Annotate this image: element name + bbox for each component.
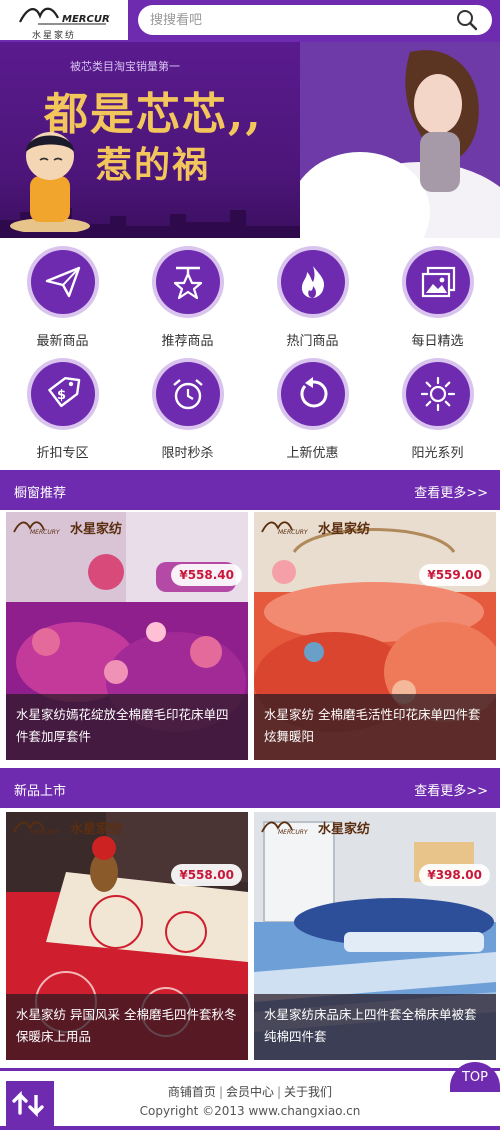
banner-headline-2: 惹的祸 xyxy=(96,144,211,186)
brand-name: 水星家纺 xyxy=(70,822,123,837)
mercury-logo-icon: MERCURY xyxy=(261,821,309,836)
footer-link-home[interactable]: 商铺首页 xyxy=(168,1085,216,1099)
refresh-arrow-icon xyxy=(300,377,328,408)
product-name: 水星家纺床品床上四件套全棉床单被套纯棉四件套 xyxy=(264,1007,477,1044)
product-caption: 水星家纺 异国风采 全棉磨毛四件套秋冬保暖床上用品 xyxy=(6,994,248,1060)
category-label: 热门商品 xyxy=(286,334,339,349)
mercury-logo-icon: MERCURY xyxy=(13,821,61,836)
section-header-showcase: 橱窗推荐 查看更多>> xyxy=(0,470,500,510)
product-name: 水星家纺 异国风采 全棉磨毛四件套秋冬保暖床上用品 xyxy=(16,1007,237,1044)
price-badge: ¥398.00 xyxy=(419,864,490,886)
cartoon-boy-illustration xyxy=(10,132,90,232)
swap-arrows-icon xyxy=(12,1090,44,1118)
brand-badge: MERCURY 水星家纺 xyxy=(12,816,142,838)
svg-text:MERCURY: MERCURY xyxy=(278,529,309,536)
star-hanger-icon xyxy=(173,266,203,300)
footer-link-about[interactable]: 关于我们 xyxy=(284,1085,332,1099)
category-label: 折扣专区 xyxy=(36,446,89,461)
search-icon[interactable] xyxy=(456,9,478,31)
category-label: 上新优惠 xyxy=(286,446,339,461)
banner-topline: 被芯类目淘宝销量第一 xyxy=(70,60,180,73)
mercury-logo-icon: MERCURY xyxy=(13,521,61,536)
brand-name: 水星家纺 xyxy=(70,522,123,537)
section-title: 新品上市 xyxy=(14,784,67,799)
category-label: 限时秒杀 xyxy=(161,446,214,461)
product-caption: 水星家纺床品床上四件套全棉床单被套纯棉四件套 xyxy=(254,994,496,1060)
category-label: 每日精选 xyxy=(411,334,464,349)
share-button[interactable] xyxy=(6,1081,54,1127)
search-input[interactable] xyxy=(150,10,450,30)
footer-bottom-bar xyxy=(0,1126,500,1130)
product-name: 水星家纺 全棉磨毛活性印花床单四件套炫舞暖阳 xyxy=(264,707,481,744)
footer: 商铺首页 | 会员中心 | 关于我们 Copyright ©2013 www.chang… xyxy=(0,1068,500,1130)
back-to-top-button[interactable]: TOP xyxy=(450,1062,500,1092)
price-badge: ¥558.40 xyxy=(171,564,242,586)
mercury-logo-icon: MERCURY xyxy=(261,521,309,536)
page: MERCURY 水星家纺 被芯类目淘宝销量第一 都是芯芯,, 惹的祸 xyxy=(0,0,500,1130)
view-more-link[interactable]: 查看更多>> xyxy=(414,780,488,799)
product-card[interactable]: MERCURY 水星家纺 ¥398.00 水星家纺床品床上四件套全棉床单被套纯棉… xyxy=(254,812,496,1060)
search-box[interactable] xyxy=(138,5,492,35)
svg-text:MERCURY: MERCURY xyxy=(30,829,61,836)
product-card[interactable]: MERCURY 水星家纺 ¥558.00 水星家纺 异国风采 全棉磨毛四件套秋冬… xyxy=(6,812,248,1060)
view-more-link[interactable]: 查看更多>> xyxy=(414,482,488,501)
brand-badge: MERCURY 水星家纺 xyxy=(260,816,390,838)
price-badge: ¥559.00 xyxy=(419,564,490,586)
price-tag-icon: $ xyxy=(48,376,81,408)
category-flash-sale[interactable]: 限时秒杀 xyxy=(125,350,250,462)
brand-badge: MERCURY 水星家纺 xyxy=(260,516,390,538)
svg-text:MERCURY: MERCURY xyxy=(30,529,61,536)
category-label: 推荐商品 xyxy=(161,334,214,349)
section-title: 橱窗推荐 xyxy=(14,486,67,501)
category-label: 阳光系列 xyxy=(411,446,464,461)
flame-icon xyxy=(301,266,325,298)
category-new-deals[interactable]: 上新优惠 xyxy=(250,350,375,462)
category-sunshine-series[interactable]: 阳光系列 xyxy=(375,350,500,462)
header: MERCURY 水星家纺 xyxy=(0,0,500,42)
alarm-clock-icon xyxy=(173,379,203,410)
brand-name: 水星家纺 xyxy=(318,822,371,837)
product-card[interactable]: MERCURY 水星家纺 ¥558.40 水星家纺嫣花绽放全棉磨毛印花床单四件套… xyxy=(6,512,248,760)
mercury-logo-icon: MERCURY xyxy=(19,7,110,25)
category-label: 最新商品 xyxy=(36,334,89,349)
paper-plane-icon xyxy=(45,266,81,298)
category-grid: 最新商品 推荐商品 热门商品 每日精选 $ 折扣专区 限时秒杀 上新优惠 阳光系… xyxy=(0,238,500,468)
brand-name: 水星家纺 xyxy=(318,522,371,537)
price-badge: ¥558.00 xyxy=(171,864,242,886)
svg-text:MERCURY: MERCURY xyxy=(62,14,110,25)
model-photo xyxy=(300,42,500,238)
footer-link-member[interactable]: 会员中心 xyxy=(226,1085,274,1099)
sun-icon xyxy=(420,376,456,412)
product-caption: 水星家纺 全棉磨毛活性印花床单四件套炫舞暖阳 xyxy=(254,694,496,760)
logo-subtitle: 水星家纺 xyxy=(32,31,77,41)
photo-stack-icon xyxy=(421,266,456,298)
category-daily-picks[interactable]: 每日精选 xyxy=(375,238,500,350)
product-caption: 水星家纺嫣花绽放全棉磨毛印花床单四件套加厚套件 xyxy=(6,694,248,760)
category-discount[interactable]: $ 折扣专区 xyxy=(0,350,125,462)
brand-badge: MERCURY 水星家纺 xyxy=(12,516,142,538)
category-latest[interactable]: 最新商品 xyxy=(0,238,125,350)
category-hot[interactable]: 热门商品 xyxy=(250,238,375,350)
copyright: Copyright ©2013 www.changxiao.cn xyxy=(139,1104,361,1118)
category-recommended[interactable]: 推荐商品 xyxy=(125,238,250,350)
svg-text:MERCURY: MERCURY xyxy=(278,829,309,836)
promo-banner[interactable]: 被芯类目淘宝销量第一 都是芯芯,, 惹的祸 xyxy=(0,42,500,238)
product-name: 水星家纺嫣花绽放全棉磨毛印花床单四件套加厚套件 xyxy=(16,707,229,744)
product-card[interactable]: MERCURY 水星家纺 ¥559.00 水星家纺 全棉磨毛活性印花床单四件套炫… xyxy=(254,512,496,760)
section-header-new-arrivals: 新品上市 查看更多>> xyxy=(0,768,500,808)
svg-text:$: $ xyxy=(57,388,66,403)
logo[interactable]: MERCURY 水星家纺 xyxy=(0,0,128,41)
footer-links: 商铺首页 | 会员中心 | 关于我们 xyxy=(167,1085,333,1099)
